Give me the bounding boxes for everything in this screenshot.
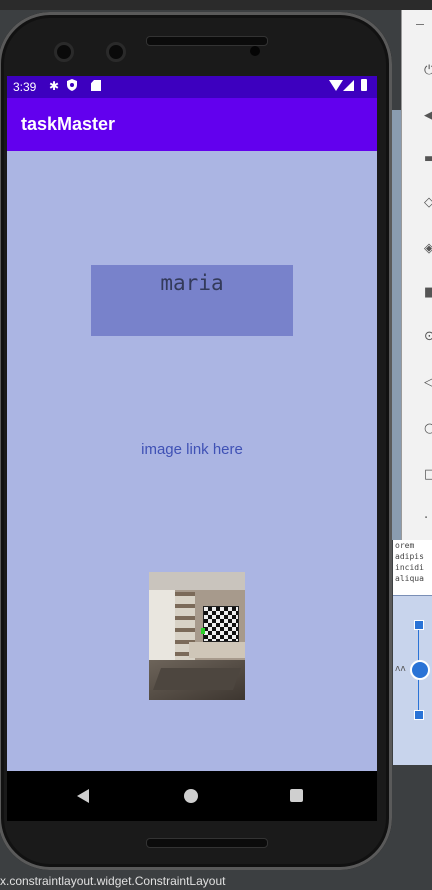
rotate-right-icon[interactable]: ◈ [424,242,432,256]
name-field[interactable]: maria [91,265,293,336]
battery-icon [361,79,367,91]
home-toolbar-icon[interactable]: ○ [424,422,432,436]
ide-top-bar [0,0,432,10]
camera-icon[interactable]: ■ [424,286,432,300]
status-time: 3:39 [13,80,37,94]
zoom-icon[interactable]: ⊙ [424,330,432,344]
main-content: maria image link here [7,151,377,771]
more-icon[interactable]: · [424,512,432,526]
status-bar: 3:39 ✱ [7,76,377,98]
top-speaker [146,36,268,46]
constraint-handle-top[interactable] [414,620,424,630]
minimize-icon[interactable] [416,24,424,25]
sensor-icon [106,42,126,62]
rotate-left-icon[interactable]: ◇ [424,196,432,210]
constraint-anchor[interactable] [410,660,430,680]
name-text: maria [160,271,224,295]
ide-status-text: x.constraintlayout.widget.ConstraintLayo… [0,872,432,890]
back-icon[interactable] [77,789,89,803]
volume-up-icon[interactable]: ◀ [424,109,432,123]
code-line: aliqua [395,574,424,583]
room-photo [149,572,245,700]
app-title: taskMaster [21,114,116,134]
image-link[interactable]: image link here [7,441,377,458]
layout-blueprint: ʌʌ [393,595,432,767]
code-line: incidi [395,563,424,572]
volume-down-icon[interactable]: ▬ [424,152,432,166]
recents-icon[interactable] [290,789,303,802]
proximity-sensor [250,46,260,56]
constraint-handle-bottom[interactable] [414,710,424,720]
ide-bottom-area [393,765,432,870]
phone-screen: 3:39 ✱ taskMaster maria image link here [7,76,377,821]
navigation-bar [7,771,377,821]
home-icon[interactable] [184,789,198,803]
back-toolbar-icon[interactable]: ◁ [424,376,432,390]
app-bar: taskMaster [7,98,377,151]
overview-toolbar-icon[interactable]: □ [424,468,432,482]
bottom-speaker [146,838,268,848]
phone-frame: 3:39 ✱ taskMaster maria image link here [0,12,392,870]
power-icon[interactable]: ⏻ [424,64,432,78]
sd-card-icon [91,80,101,91]
emulator-toolbar: ⏻ ◀ ▬ ◇ ◈ ■ ⊙ ◁ ○ □ · [401,10,432,540]
wifi-icon [329,80,343,91]
gear-icon: ✱ [49,79,60,93]
spring-icon: ʌʌ [395,664,406,674]
ide-code-preview: orem adipis incidi aliqua [393,540,432,595]
signal-icon [343,80,354,91]
front-camera-icon [54,42,74,62]
code-line: orem [395,541,415,550]
shield-icon [67,79,77,91]
code-line: adipis [395,552,424,561]
